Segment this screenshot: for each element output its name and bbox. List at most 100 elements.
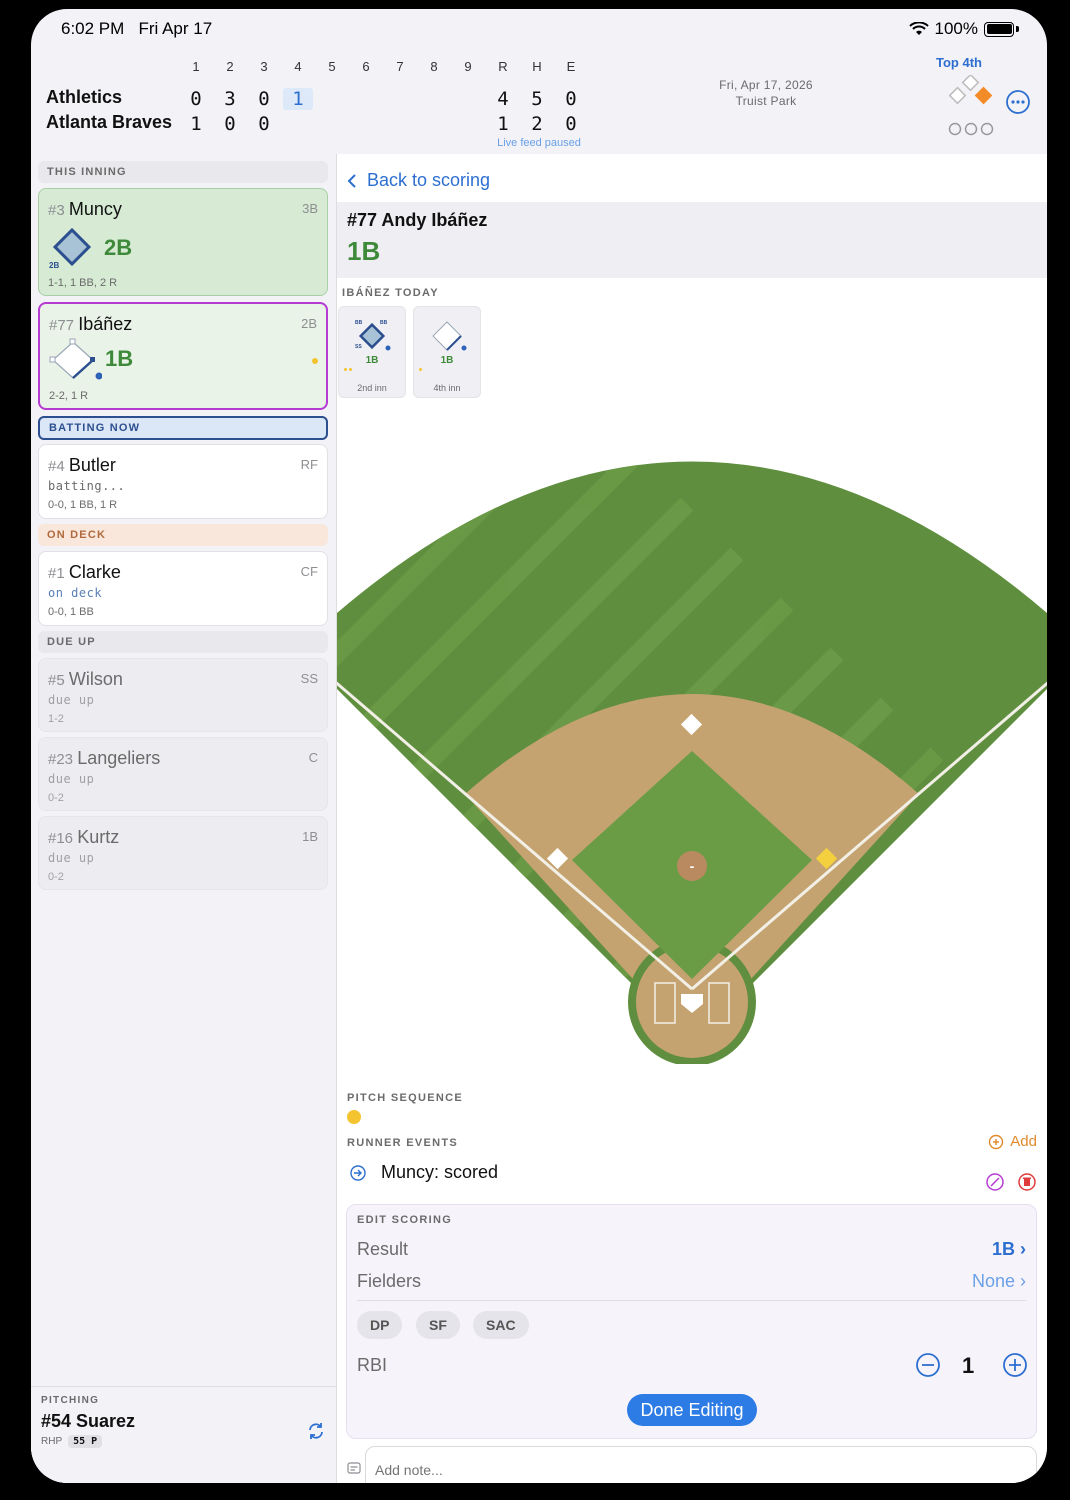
bases-diamond-icon	[948, 75, 993, 105]
today-label: IBÁÑEZ TODAY	[342, 287, 439, 299]
sac-chip[interactable]: SAC	[473, 1311, 529, 1339]
dp-chip[interactable]: DP	[357, 1311, 403, 1339]
player-status: batting...	[48, 479, 126, 493]
more-options-icon[interactable]	[1005, 89, 1031, 115]
away-inning-score: 0	[190, 88, 202, 110]
today-at-bat-card[interactable]: 1B 4th inn	[413, 306, 481, 398]
lineup-sidebar: THIS INNING #3 Muncy 3B 2B 2B 1-1, 1 BB,…	[31, 154, 337, 1483]
rbi-increment-icon[interactable]	[1002, 1352, 1028, 1378]
inning-header: 3	[260, 59, 268, 74]
chevron-right-icon: ›	[1020, 1238, 1026, 1259]
player-stat-line: 1-2	[48, 713, 64, 725]
away-errors: 0	[565, 88, 577, 110]
fielders-row[interactable]: Fielders None ›	[357, 1269, 1026, 1293]
inning-indicator: Top 4th	[936, 55, 982, 70]
at-bat-result: 1B	[105, 346, 134, 371]
swap-pitcher-icon[interactable]	[306, 1421, 326, 1441]
pitcher-hand: RHP	[41, 1436, 63, 1447]
add-note-input[interactable]	[365, 1446, 1037, 1483]
rbi-decrement-icon[interactable]	[915, 1352, 941, 1378]
single-diamond-icon	[49, 338, 102, 380]
battery-icon	[984, 21, 1014, 37]
pitch-ball-icon[interactable]	[347, 1110, 361, 1124]
lineup-card-wilson[interactable]: #5 Wilson SS due up 1-2	[38, 658, 328, 732]
lineup-card-ibanez-selected[interactable]: #77 Ibáñez 2B 1B 2-2, 1 R	[38, 302, 328, 410]
on-deck-header: ON DECK	[38, 524, 328, 546]
away-inning-score-current: 1	[283, 88, 313, 110]
player-number-label: #77 Ibáñez	[49, 314, 133, 334]
batter-result: 1B	[347, 236, 381, 266]
edit-scoring-label: EDIT SCORING	[357, 1214, 453, 1226]
add-icon	[989, 1134, 1004, 1149]
walk-tag-2: BB	[380, 320, 388, 326]
runner-event-text: Muncy: scored	[381, 1162, 499, 1182]
player-stat-line: 2-2, 1 R	[49, 390, 89, 402]
add-label: Add	[1010, 1133, 1037, 1150]
inning-header: 8	[430, 59, 438, 74]
status-time: 6:02 PM Fri Apr 17	[61, 19, 213, 38]
scoreboard: Athletics Atlanta Braves 1 2 3 4 5 6 7 8…	[31, 47, 1047, 152]
back-label: Back to scoring	[367, 170, 491, 190]
today-at-bat-card[interactable]: BB BB SS 1B 2nd inn	[338, 306, 406, 398]
home-runs: 1	[497, 113, 509, 135]
inning-header: 2	[226, 59, 234, 74]
player-position: RF	[300, 457, 318, 472]
result-row[interactable]: Result 1B ›	[357, 1237, 1026, 1261]
player-stat-line: 0-0, 1 BB	[48, 606, 94, 618]
player-status: on deck	[48, 586, 103, 600]
pitching-panel: PITCHING #54 Suarez RHP 55 P	[31, 1386, 336, 1483]
note-icon	[347, 1462, 361, 1474]
sf-chip[interactable]: SF	[416, 1311, 460, 1339]
player-name: Clarke	[68, 562, 121, 582]
inning-header: 5	[328, 59, 336, 74]
today-inning: 4th inn	[433, 383, 461, 393]
back-to-scoring-button[interactable]: Back to scoring	[347, 170, 490, 191]
pitch-sequence-label: PITCH SEQUENCE	[347, 1092, 463, 1104]
lineup-card-langeliers[interactable]: #23 Langeliers C due up 0-2	[38, 737, 328, 811]
player-stat-line: 0-2	[48, 871, 64, 883]
wifi-icon	[908, 22, 929, 35]
today-result: 1B	[440, 355, 454, 366]
player-name: Muncy	[68, 199, 122, 219]
batter-header: #77 Andy Ibáñez 1B	[337, 202, 1047, 278]
rhe-header: R	[498, 59, 508, 74]
play-detail-pane: Back to scoring #77 Andy Ibáñez 1B IBÁÑE…	[337, 154, 1047, 1483]
lineup-card-butler[interactable]: #4 Butler RF batting... 0-0, 1 BB, 1 R	[38, 444, 328, 519]
lineup-card-kurtz[interactable]: #16 Kurtz 1B due up 0-2	[38, 816, 328, 890]
player-name: Ibáñez	[78, 314, 133, 334]
runner-event-row[interactable]: Muncy: scored	[349, 1162, 498, 1183]
add-runner-event-button[interactable]: Add	[988, 1133, 1037, 1150]
done-editing-button[interactable]: Done Editing	[627, 1394, 757, 1426]
chevron-right-icon: ›	[1020, 1270, 1026, 1291]
rhe-header: E	[566, 59, 576, 74]
runner-advance-icon	[350, 1164, 366, 1181]
player-status: due up	[48, 693, 95, 707]
home-inning-score: 0	[224, 113, 236, 135]
lineup-card-muncy[interactable]: #3 Muncy 3B 2B 2B 1-1, 1 BB, 2 R	[38, 188, 328, 296]
inning-header: 6	[362, 59, 370, 74]
game-meta: Fri, Apr 17, 2026 Truist Park	[691, 77, 841, 109]
live-feed-status: Live feed paused	[497, 137, 581, 149]
inning-header: 9	[464, 59, 472, 74]
edit-runner-event-icon[interactable]	[985, 1172, 1005, 1192]
delete-runner-event-icon[interactable]	[1017, 1172, 1037, 1192]
player-position: 3B	[302, 201, 318, 216]
single-diamond-icon	[432, 321, 467, 351]
player-number-label: #16 Kurtz	[48, 827, 120, 847]
device-screen: 6:02 PM Fri Apr 17 100% Athletics Atlant…	[31, 9, 1047, 1483]
rhe-header: H	[532, 59, 542, 74]
lineup-card-clarke[interactable]: #1 Clarke CF on deck 0-0, 1 BB	[38, 551, 328, 626]
status-bar: 6:02 PM Fri Apr 17 100%	[31, 9, 1047, 47]
battery-percent: 100%	[934, 19, 978, 38]
team-away-name: Athletics	[46, 87, 123, 107]
inning-header: 7	[396, 59, 404, 74]
pitch-dot-icon	[312, 358, 318, 364]
venue: Truist Park	[735, 94, 797, 108]
home-inning-score: 0	[258, 113, 270, 135]
player-position: 1B	[302, 829, 318, 844]
player-position: 2B	[301, 316, 317, 331]
player-number-label: #1 Clarke	[48, 562, 121, 582]
baseball-field-diagram[interactable]: -	[337, 454, 1047, 1064]
player-stat-line: 0-0, 1 BB, 1 R	[48, 499, 118, 511]
player-position: SS	[300, 671, 318, 686]
